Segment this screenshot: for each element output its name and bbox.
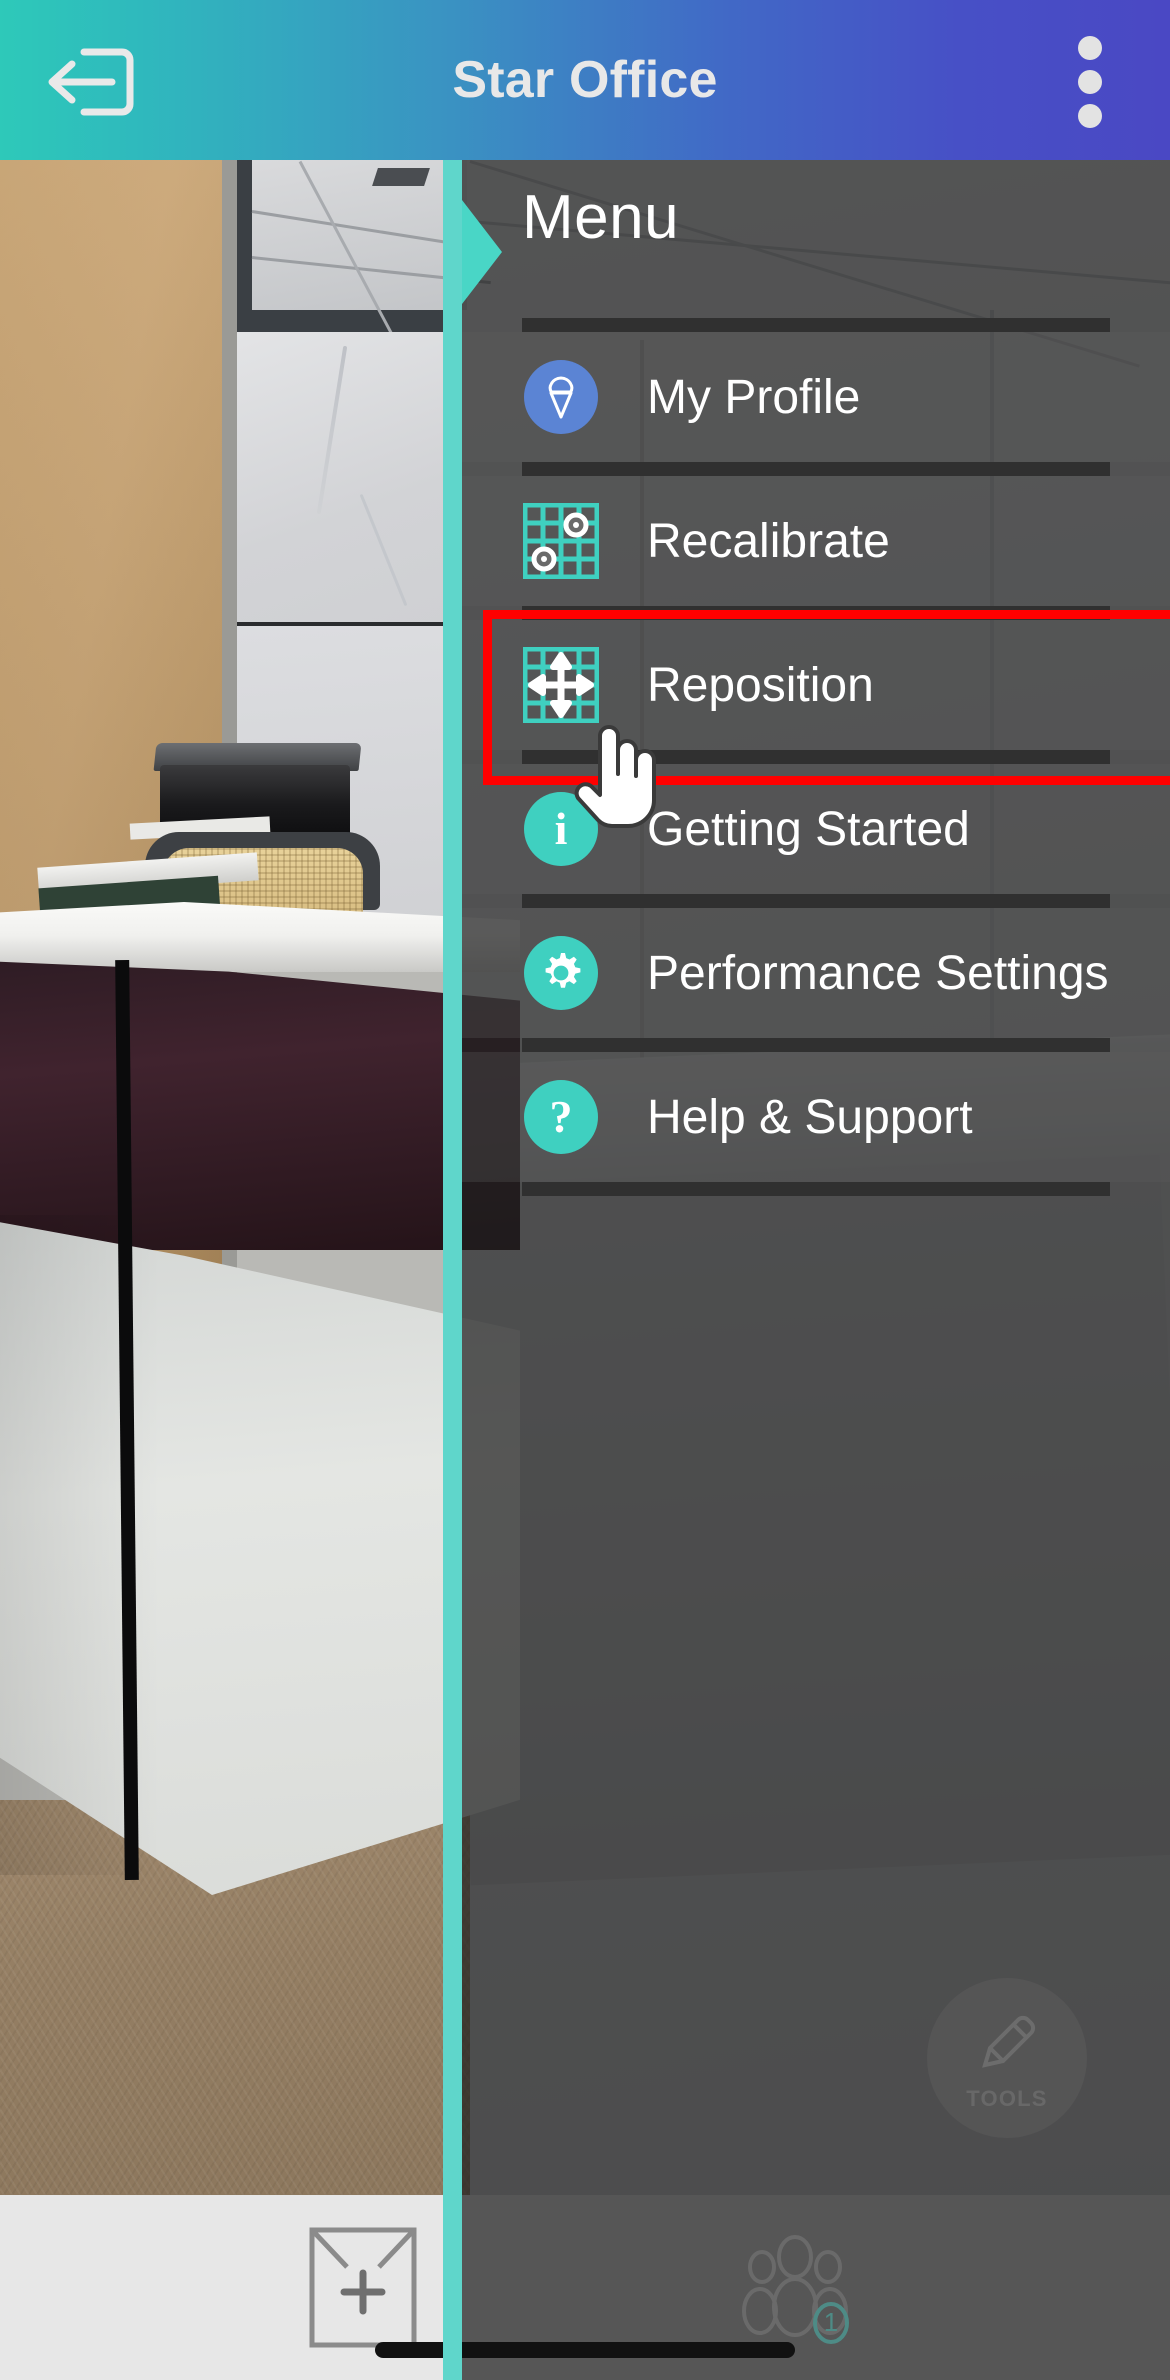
menu-separator — [522, 1182, 1110, 1196]
menu-separator — [522, 462, 1110, 476]
kebab-dot — [1078, 36, 1102, 60]
question-mark-icon: ? — [522, 1078, 600, 1156]
ice-cream-cone-avatar-icon — [522, 358, 600, 436]
menu-item-label: Reposition — [647, 658, 874, 712]
menu-separator — [522, 894, 1110, 908]
menu-item-label: My Profile — [647, 370, 861, 424]
menu-item-label: Help & Support — [647, 1090, 973, 1144]
menu-separator — [522, 1038, 1110, 1052]
menu-item-my-profile[interactable]: My Profile — [462, 332, 1170, 462]
menu-item-help-support[interactable]: ? Help & Support — [462, 1052, 1170, 1182]
top-app-bar: Star Office — [0, 0, 1170, 160]
gear-icon — [522, 934, 600, 1012]
menu-item-label: Recalibrate — [647, 514, 890, 568]
scene-ceiling-vent — [372, 168, 430, 186]
drawer-handle-arrow-icon[interactable] — [462, 200, 502, 304]
page-title: Star Office — [452, 51, 718, 109]
grid-calibrate-icon — [522, 502, 600, 580]
question-glyph: ? — [549, 1091, 573, 1142]
drawer-accent-edge — [443, 160, 462, 2380]
scene-ceiling — [252, 160, 467, 310]
menu-item-label: Getting Started — [647, 802, 970, 856]
tools-fab-label: TOOLS — [966, 2086, 1048, 2111]
tools-fab-button[interactable]: TOOLS — [927, 1978, 1087, 2138]
menu-item-performance-settings[interactable]: Performance Settings — [462, 908, 1170, 1038]
app-screen: Menu My Profile Recalibrate Reposition i… — [0, 0, 1170, 2380]
grid-move-icon — [522, 646, 600, 724]
hand-pointer-cursor-icon — [570, 720, 666, 830]
menu-separator — [522, 606, 1110, 620]
info-glyph: i — [554, 803, 568, 854]
menu-drawer: Menu My Profile Recalibrate Reposition i… — [462, 160, 1170, 2380]
menu-item-label: Performance Settings — [647, 946, 1109, 1000]
menu-item-recalibrate[interactable]: Recalibrate — [462, 476, 1170, 606]
kebab-dot — [1078, 104, 1102, 128]
menu-item-reposition[interactable]: Reposition — [462, 620, 1170, 750]
scene-marble-panel-upper — [237, 332, 462, 622]
drawer-title: Menu — [522, 183, 680, 252]
scene-reception-desk-panel — [0, 960, 520, 1250]
menu-list: My Profile Recalibrate Reposition i Gett… — [462, 318, 1170, 1196]
menu-separator — [522, 318, 1110, 332]
add-room-button[interactable] — [307, 2225, 419, 2350]
pencil-icon — [982, 2015, 1036, 2068]
kebab-dot — [1078, 70, 1102, 94]
add-room-icon — [309, 2227, 417, 2348]
more-vertical-icon[interactable] — [1068, 36, 1112, 128]
menu-item-getting-started[interactable]: i Getting Started — [462, 764, 1170, 894]
